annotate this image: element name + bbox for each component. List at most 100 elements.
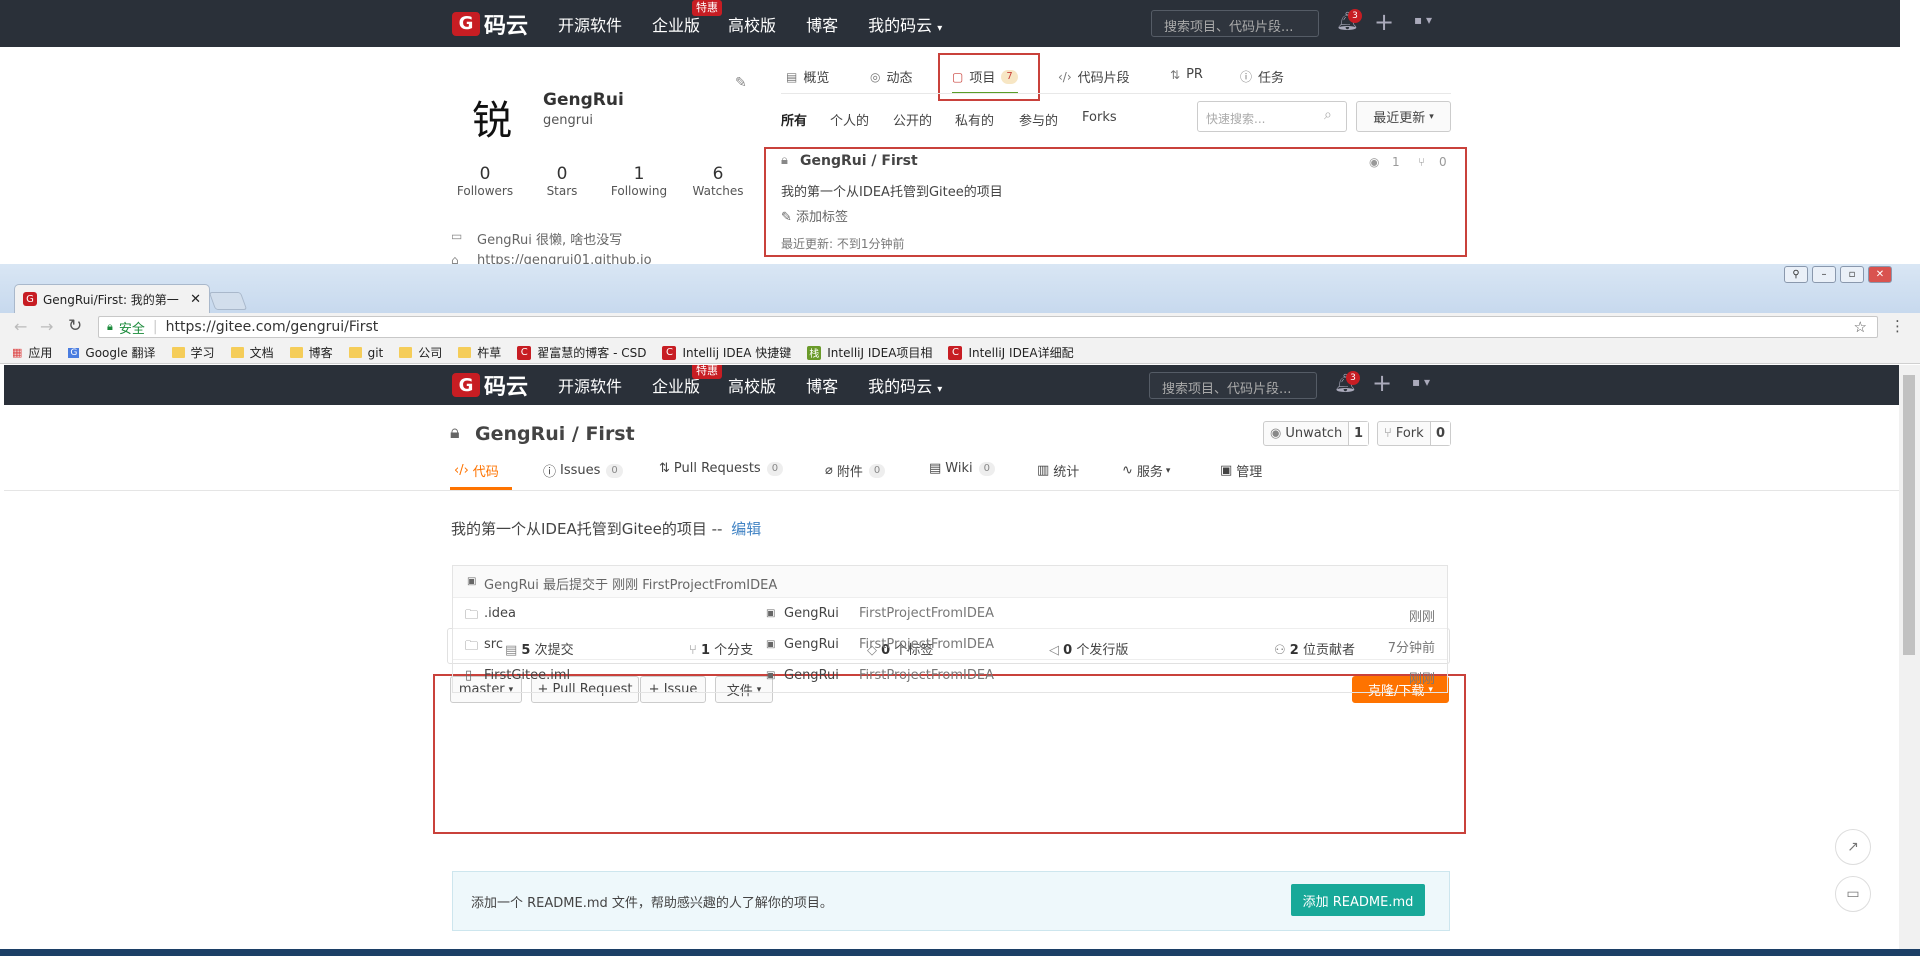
avatar[interactable]: 锐: [472, 88, 512, 146]
star-icon[interactable]: ☆: [1854, 318, 1867, 336]
bookmark-folder[interactable]: 文档: [230, 344, 274, 361]
repo-tab-manage[interactable]: ▣ 管理: [1220, 461, 1262, 480]
tabs-divider: [781, 93, 1451, 94]
nav-university[interactable]: 高校版: [728, 12, 776, 36]
plus-icon[interactable]: +: [1372, 369, 1392, 397]
nav-blog[interactable]: 博客: [806, 373, 838, 397]
edit-icon[interactable]: ✎: [735, 75, 747, 91]
bookmark-folder[interactable]: 杵草: [458, 344, 501, 361]
file-time: 7分钟前: [1387, 641, 1435, 656]
plus-icon[interactable]: +: [1374, 8, 1394, 36]
file-commit-message[interactable]: FirstProjectFromIDEA: [859, 637, 994, 652]
nav-my-gitee[interactable]: 我的码云 ▾: [868, 12, 942, 36]
add-tag-link[interactable]: ✎ 添加标签: [781, 206, 848, 225]
user-icon[interactable]: ⚲: [1784, 266, 1808, 283]
filter-all[interactable]: 所有: [781, 110, 807, 129]
repo-tab-code[interactable]: ‹/› 代码: [454, 461, 499, 480]
tab-snippets[interactable]: ‹/› 代码片段: [1058, 67, 1130, 87]
edit-description-link[interactable]: 编辑: [731, 520, 761, 538]
stat-followers[interactable]: 0 Followers: [454, 164, 516, 198]
filter-public[interactable]: 公开的: [893, 110, 932, 129]
repo-description: 我的第一个从IDEA托管到Gitee的项目 -- 编辑: [451, 518, 761, 539]
menu-icon[interactable]: ⋮: [1890, 317, 1905, 335]
bookmark-csdn[interactable]: C Intellij IDEA 快捷键: [662, 344, 791, 361]
project-title-link[interactable]: GengRui / First: [800, 153, 918, 169]
repo-tab-attachments[interactable]: ⌀ 附件 0: [825, 461, 886, 480]
avatar-icon: ▣: [467, 576, 477, 587]
bookmark-csdn[interactable]: C IntelliJ IDEA详细配: [948, 344, 1074, 361]
file-author[interactable]: GengRui: [784, 637, 839, 652]
bookmark-site[interactable]: 栈 IntelliJ IDEA项目相: [807, 344, 932, 361]
bookmark-apps[interactable]: ▦ 应用: [12, 344, 52, 361]
new-tab-button[interactable]: [208, 292, 248, 310]
user-menu-icon[interactable]: ▪ ▾: [1412, 375, 1430, 389]
nav-my-gitee[interactable]: 我的码云 ▾: [868, 373, 942, 397]
filter-private[interactable]: 私有的: [955, 110, 994, 129]
back-icon[interactable]: ←: [14, 317, 27, 336]
maximize-icon[interactable]: ▫: [1840, 266, 1864, 283]
bookmark-folder[interactable]: 学习: [171, 344, 215, 361]
file-commit-message[interactable]: FirstProjectFromIDEA: [859, 606, 994, 621]
nav-enterprise[interactable]: 企业版 特惠: [652, 365, 723, 397]
repo-tab-wiki-label: Wiki: [945, 461, 973, 476]
gitee-logo[interactable]: G 码云: [452, 8, 528, 40]
share-icon[interactable]: ↗: [1835, 829, 1871, 865]
close-tab-icon[interactable]: ✕: [190, 292, 201, 307]
browser-tab-active[interactable]: G GengRui/First: 我的第一 ✕: [14, 284, 210, 313]
user-menu-icon[interactable]: ▪ ▾: [1414, 13, 1432, 27]
tab-pr[interactable]: ⇅ PR: [1170, 67, 1203, 82]
windows-taskbar: [0, 949, 1920, 956]
tab-overview[interactable]: ▤ 概览: [786, 67, 829, 87]
nav-enterprise[interactable]: 企业版 特惠: [652, 0, 723, 36]
repo-tab-issues[interactable]: ⓘ Issues 0: [543, 461, 623, 480]
file-name[interactable]: .idea: [484, 606, 516, 621]
sort-dropdown[interactable]: 最近更新 ▾: [1356, 101, 1451, 132]
file-author[interactable]: GengRui: [784, 606, 839, 621]
minimize-icon[interactable]: –: [1812, 266, 1836, 283]
scrollbar-thumb[interactable]: [1903, 375, 1915, 655]
tab-tasks[interactable]: ⓘ 任务: [1240, 67, 1284, 86]
bookmark-label: IntelliJ IDEA详细配: [968, 346, 1074, 360]
chat-icon[interactable]: ▭: [1835, 876, 1871, 912]
repo-tab-services[interactable]: ∿ 服务 ▾: [1122, 461, 1170, 480]
nav-search-input[interactable]: 搜索项目、代码片段...: [1149, 372, 1317, 399]
table-row[interactable]: 🗀 .idea ▣ GengRui FirstProjectFromIDEA 刚…: [453, 597, 1447, 628]
bookmark-google-translate[interactable]: G Google 翻译: [68, 344, 156, 361]
forward-icon[interactable]: →: [40, 317, 53, 336]
repo-title[interactable]: GengRui / First: [475, 423, 635, 445]
nav-blog[interactable]: 博客: [806, 12, 838, 36]
bookmark-folder[interactable]: 博客: [289, 344, 333, 361]
fork-button[interactable]: ⑂ Fork 0: [1377, 421, 1451, 446]
add-readme-button[interactable]: 添加 README.md: [1291, 884, 1425, 916]
close-window-icon[interactable]: ✕: [1868, 266, 1892, 283]
reload-icon[interactable]: ↻: [68, 316, 82, 336]
tab-activity[interactable]: ◎ 动态: [870, 67, 913, 87]
nav-open-source[interactable]: 开源软件: [558, 12, 622, 36]
table-row[interactable]: 🗀 src ▣ GengRui FirstProjectFromIDEA 7分钟…: [453, 628, 1447, 659]
filter-joined[interactable]: 参与的: [1019, 110, 1058, 129]
stat-watches[interactable]: 6 Watches: [687, 164, 749, 198]
repo-tab-stats[interactable]: ▥ 统计: [1037, 461, 1079, 480]
bookmark-csdn[interactable]: C 翟富慧的博客 - CSD: [517, 344, 646, 361]
bookmark-folder[interactable]: 公司: [399, 344, 442, 361]
nav-open-source[interactable]: 开源软件: [558, 373, 622, 397]
bookmark-folder[interactable]: git: [348, 346, 383, 360]
table-row[interactable]: ▯ FirstGitee.iml ▣ GengRui FirstProjectF…: [453, 659, 1447, 690]
search-icon[interactable]: ⌕: [1324, 107, 1332, 123]
filter-forks[interactable]: Forks: [1082, 110, 1117, 125]
file-author[interactable]: GengRui: [784, 668, 839, 683]
nav-search-input[interactable]: 搜索项目、代码片段...: [1151, 10, 1319, 37]
unwatch-button[interactable]: ◉ Unwatch 1: [1263, 421, 1369, 446]
file-name[interactable]: FirstGitee.iml: [484, 668, 570, 683]
filter-personal[interactable]: 个人的: [830, 110, 869, 129]
nav-university[interactable]: 高校版: [728, 373, 776, 397]
stat-stars[interactable]: 0 Stars: [531, 164, 593, 198]
file-name[interactable]: src: [484, 637, 503, 652]
repo-tab-wiki[interactable]: ▤ Wiki 0: [929, 461, 995, 476]
file-commit-message[interactable]: FirstProjectFromIDEA: [859, 668, 994, 683]
address-bar[interactable]: 🔒︎ 安全 | https://gitee.com/gengrui/First …: [98, 316, 1878, 338]
gitee-logo[interactable]: G 码云: [452, 369, 528, 401]
stat-following[interactable]: 1 Following: [608, 164, 670, 198]
page-scrollbar[interactable]: [1899, 365, 1920, 956]
repo-tab-pull-requests[interactable]: ⇅ Pull Requests 0: [659, 461, 784, 476]
